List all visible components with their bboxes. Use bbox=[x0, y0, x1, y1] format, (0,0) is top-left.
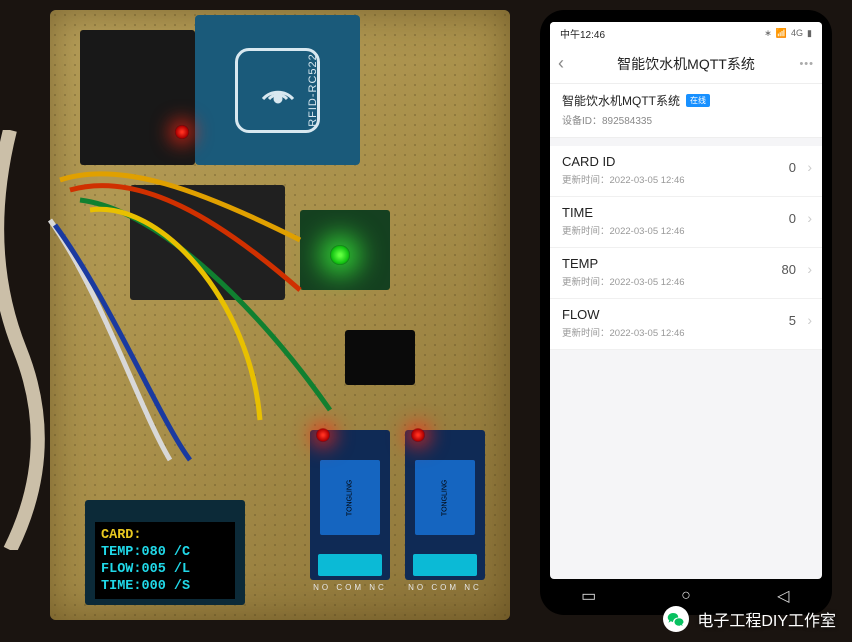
page-title: 智能饮水机MQTT系统 bbox=[578, 54, 794, 74]
row-label: TIME bbox=[562, 205, 810, 220]
chevron-right-icon: › bbox=[807, 312, 812, 328]
phone-screen: 中午12:46 ∗ 📶 4G ▮ ‹ 智能饮水机MQTT系统 ••• 智能饮水机… bbox=[550, 22, 822, 579]
device-id-value: 892584335 bbox=[602, 116, 652, 127]
device-info-block: 智能饮水机MQTT系统 在线 设备ID：892584335 bbox=[550, 84, 822, 138]
oled-screen: CARD: TEMP:080 /C FLOW:005 /L TIME:000 /… bbox=[95, 522, 235, 599]
chevron-right-icon: › bbox=[807, 210, 812, 226]
oled-display: CARD: TEMP:080 /C FLOW:005 /L TIME:000 /… bbox=[85, 500, 245, 605]
row-value: 0 bbox=[789, 211, 796, 226]
rfid-rc522-module: RFID-RC522 bbox=[195, 15, 360, 165]
chevron-right-icon: › bbox=[807, 261, 812, 277]
mcu-module bbox=[80, 30, 195, 165]
row-time-val: 2022-03-05 12:46 bbox=[610, 328, 685, 339]
row-sub-prefix: 更新时间： bbox=[562, 175, 610, 186]
more-button[interactable]: ••• bbox=[794, 58, 814, 70]
row-value: 80 bbox=[782, 262, 796, 277]
battery-icon: ▮ bbox=[807, 28, 812, 39]
watermark: 电子工程DIY工作室 bbox=[663, 606, 836, 632]
row-flow[interactable]: FLOW 更新时间：2022-03-05 12:46 5 › bbox=[550, 299, 822, 350]
status-time: 中午12:46 bbox=[560, 26, 605, 41]
relay-led-1 bbox=[316, 428, 330, 442]
oled-line-temp: TEMP:080 /C bbox=[101, 545, 229, 562]
row-sub-prefix: 更新时间： bbox=[562, 277, 610, 288]
row-time-val: 2022-03-05 12:46 bbox=[610, 226, 685, 237]
relay-coil-2: TONGLING bbox=[415, 460, 475, 535]
power-led-red bbox=[175, 125, 189, 139]
row-sub-prefix: 更新时间： bbox=[562, 328, 610, 339]
oled-line-time: TIME:000 /S bbox=[101, 579, 229, 596]
row-time[interactable]: TIME 更新时间：2022-03-05 12:46 0 › bbox=[550, 197, 822, 248]
controller-stack bbox=[130, 185, 285, 300]
relay-module-2: TONGLING NO COM NC bbox=[405, 430, 485, 580]
oled-line-flow: FLOW:005 /L bbox=[101, 562, 229, 579]
bluetooth-icon: ∗ bbox=[764, 28, 772, 39]
oled-line-card: CARD: bbox=[101, 528, 229, 545]
rfid-label: RFID-RC522 bbox=[307, 53, 319, 127]
relay-terminal-label-2: NO COM NC bbox=[405, 583, 485, 592]
relay-brand-2: TONGLING bbox=[441, 479, 448, 515]
relay-led-2 bbox=[411, 428, 425, 442]
data-list: CARD ID 更新时间：2022-03-05 12:46 0 › TIME 更… bbox=[550, 146, 822, 350]
home-button[interactable]: ○ bbox=[677, 587, 695, 605]
chevron-right-icon: › bbox=[807, 159, 812, 175]
row-sub-prefix: 更新时间： bbox=[562, 226, 610, 237]
device-id-label: 设备ID： bbox=[562, 116, 602, 127]
recent-apps-button[interactable]: ▭ bbox=[580, 587, 598, 605]
row-temp[interactable]: TEMP 更新时间：2022-03-05 12:46 80 › bbox=[550, 248, 822, 299]
relay-terminals-1 bbox=[318, 554, 382, 576]
row-label: CARD ID bbox=[562, 154, 810, 169]
network-label: 4G bbox=[791, 28, 803, 38]
status-led-green bbox=[330, 245, 350, 265]
wechat-icon bbox=[663, 606, 689, 632]
relay-coil-1: TONGLING bbox=[320, 460, 380, 535]
back-button[interactable]: ‹ bbox=[558, 53, 578, 74]
relay-module-1: TONGLING NO COM NC bbox=[310, 430, 390, 580]
phone-status-bar: 中午12:46 ∗ 📶 4G ▮ bbox=[550, 22, 822, 44]
row-value: 5 bbox=[789, 313, 796, 328]
row-time-val: 2022-03-05 12:46 bbox=[610, 277, 685, 288]
watermark-text: 电子工程DIY工作室 bbox=[697, 607, 836, 631]
back-nav-button[interactable]: ◁ bbox=[774, 587, 792, 605]
row-label: FLOW bbox=[562, 307, 810, 322]
smartphone: 中午12:46 ∗ 📶 4G ▮ ‹ 智能饮水机MQTT系统 ••• 智能饮水机… bbox=[540, 10, 832, 615]
row-value: 0 bbox=[789, 160, 796, 175]
device-title: 智能饮水机MQTT系统 bbox=[562, 92, 680, 109]
row-time: 2022-03-05 12:46 bbox=[610, 175, 685, 186]
app-navbar: ‹ 智能饮水机MQTT系统 ••• bbox=[550, 44, 822, 84]
signal-icon: 📶 bbox=[776, 28, 787, 39]
relay-brand: TONGLING bbox=[346, 479, 353, 515]
row-card-id[interactable]: CARD ID 更新时间：2022-03-05 12:46 0 › bbox=[550, 146, 822, 197]
row-label: TEMP bbox=[562, 256, 810, 271]
relay-terminal-label-1: NO COM NC bbox=[310, 583, 390, 592]
relay-terminals-2 bbox=[413, 554, 477, 576]
online-badge: 在线 bbox=[686, 94, 710, 107]
dc-jack bbox=[345, 330, 415, 385]
